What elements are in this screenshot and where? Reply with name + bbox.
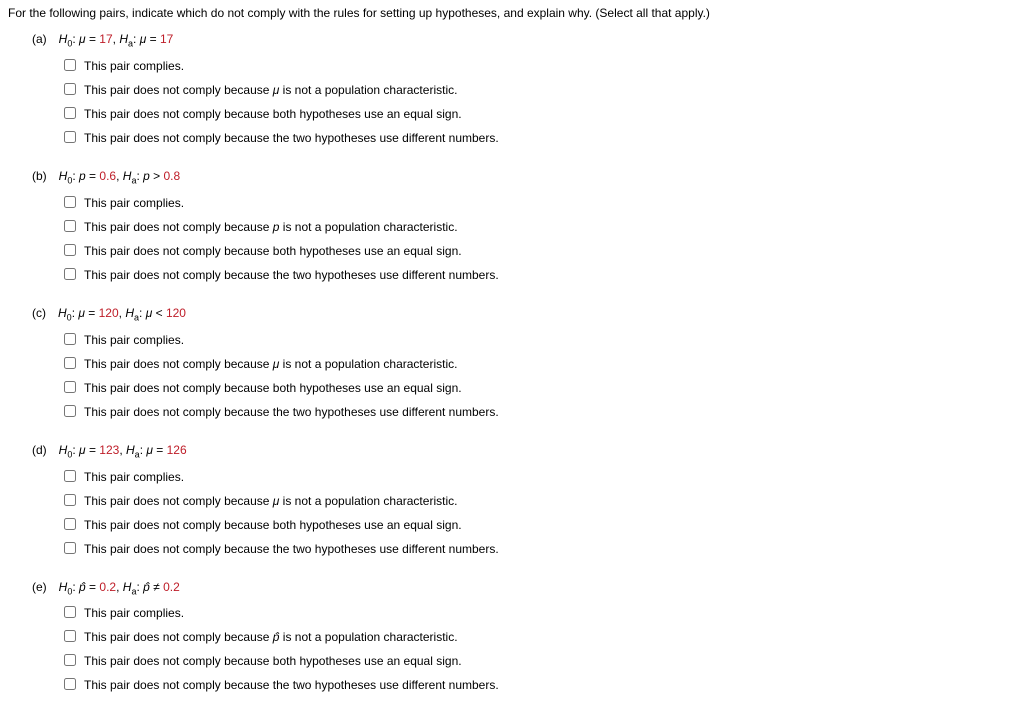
option-text: This pair does not comply because both h… [84, 516, 462, 534]
symbol: p̂ [273, 630, 280, 644]
part-header: (d) H0: μ = 123, Ha: μ = 126 [32, 441, 1016, 462]
answer-option: This pair does not comply because the tw… [64, 540, 1016, 558]
option-checkbox[interactable] [64, 107, 76, 119]
answer-options: This pair complies. This pair does not co… [64, 57, 1016, 147]
answer-option: This pair complies. [64, 194, 1016, 212]
option-text: This pair does not comply because both h… [84, 242, 462, 260]
part-header: (b) H0: p = 0.6, Ha: p > 0.8 [32, 167, 1016, 188]
hypothesis-statement: H0: p̂ = 0.2, Ha: p̂ ≠ 0.2 [59, 580, 180, 594]
option-checkbox[interactable] [64, 333, 76, 345]
question-part: (d) H0: μ = 123, Ha: μ = 126 This pair com… [32, 441, 1016, 558]
question-part: (b) H0: p = 0.6, Ha: p > 0.8 This pair com… [32, 167, 1016, 284]
part-header: (c) H0: μ = 120, Ha: μ < 120 [32, 304, 1016, 325]
answer-option: This pair does not comply because μ is n… [64, 355, 1016, 373]
option-text: This pair does not comply because both h… [84, 105, 462, 123]
part-label: (c) [32, 304, 46, 322]
option-text: This pair does not comply because the tw… [84, 129, 499, 147]
part-label: (d) [32, 441, 47, 459]
option-text: This pair complies. [84, 194, 184, 212]
option-checkbox[interactable] [64, 196, 76, 208]
option-checkbox[interactable] [64, 83, 76, 95]
answer-option: This pair complies. [64, 604, 1016, 622]
symbol: μ [273, 357, 280, 371]
option-checkbox[interactable] [64, 494, 76, 506]
option-text: This pair does not comply because the tw… [84, 403, 499, 421]
answer-option: This pair does not comply because both h… [64, 105, 1016, 123]
part-label: (a) [32, 30, 47, 48]
option-checkbox[interactable] [64, 678, 76, 690]
option-text: This pair complies. [84, 57, 184, 75]
option-checkbox[interactable] [64, 542, 76, 554]
option-checkbox[interactable] [64, 654, 76, 666]
option-text: This pair does not comply because p is n… [84, 218, 458, 236]
answer-option: This pair does not comply because both h… [64, 379, 1016, 397]
option-text: This pair does not comply because the tw… [84, 266, 499, 284]
question-part: (e) H0: p̂ = 0.2, Ha: p̂ ≠ 0.2 This pair c… [32, 578, 1016, 695]
option-checkbox[interactable] [64, 268, 76, 280]
answer-option: This pair does not comply because p is n… [64, 218, 1016, 236]
option-text: This pair does not comply because both h… [84, 652, 462, 670]
option-checkbox[interactable] [64, 518, 76, 530]
answer-options: This pair complies. This pair does not co… [64, 468, 1016, 558]
option-text: This pair does not comply because μ is n… [84, 492, 457, 510]
answer-option: This pair does not comply because both h… [64, 242, 1016, 260]
option-text: This pair complies. [84, 331, 184, 349]
symbol: p [273, 220, 280, 234]
answer-option: This pair does not comply because p̂ is … [64, 628, 1016, 646]
option-checkbox[interactable] [64, 405, 76, 417]
question-instructions: For the following pairs, indicate which … [8, 4, 1016, 22]
option-text: This pair complies. [84, 604, 184, 622]
option-text: This pair complies. [84, 468, 184, 486]
hypothesis-statement: H0: μ = 123, Ha: μ = 126 [59, 443, 187, 457]
question-part: (a) H0: μ = 17, Ha: μ = 17 This pair compl… [32, 30, 1016, 147]
answer-option: This pair does not comply because both h… [64, 516, 1016, 534]
hypothesis-statement: H0: μ = 17, Ha: μ = 17 [59, 32, 174, 46]
hypothesis-statement: H0: μ = 120, Ha: μ < 120 [58, 306, 186, 320]
answer-option: This pair does not comply because both h… [64, 652, 1016, 670]
option-checkbox[interactable] [64, 381, 76, 393]
option-text: This pair does not comply because both h… [84, 379, 462, 397]
answer-option: This pair does not comply because the tw… [64, 676, 1016, 694]
option-text: This pair does not comply because the tw… [84, 540, 499, 558]
answer-option: This pair complies. [64, 57, 1016, 75]
answer-option: This pair does not comply because μ is n… [64, 492, 1016, 510]
option-checkbox[interactable] [64, 131, 76, 143]
answer-options: This pair complies. This pair does not co… [64, 331, 1016, 421]
part-label: (b) [32, 167, 47, 185]
answer-option: This pair does not comply because the tw… [64, 403, 1016, 421]
part-label: (e) [32, 578, 47, 596]
part-header: (a) H0: μ = 17, Ha: μ = 17 [32, 30, 1016, 51]
answer-option: This pair does not comply because the tw… [64, 266, 1016, 284]
part-header: (e) H0: p̂ = 0.2, Ha: p̂ ≠ 0.2 [32, 578, 1016, 599]
answer-option: This pair complies. [64, 468, 1016, 486]
question-part: (c) H0: μ = 120, Ha: μ < 120 This pair com… [32, 304, 1016, 421]
option-checkbox[interactable] [64, 59, 76, 71]
answer-option: This pair does not comply because the tw… [64, 129, 1016, 147]
option-checkbox[interactable] [64, 357, 76, 369]
answer-options: This pair complies. This pair does not co… [64, 194, 1016, 284]
answer-option: This pair complies. [64, 331, 1016, 349]
option-checkbox[interactable] [64, 606, 76, 618]
option-checkbox[interactable] [64, 220, 76, 232]
symbol: μ [273, 83, 280, 97]
answer-options: This pair complies. This pair does not co… [64, 604, 1016, 694]
option-checkbox[interactable] [64, 630, 76, 642]
option-text: This pair does not comply because μ is n… [84, 355, 457, 373]
hypothesis-statement: H0: p = 0.6, Ha: p > 0.8 [59, 169, 181, 183]
option-text: This pair does not comply because p̂ is … [84, 628, 458, 646]
option-checkbox[interactable] [64, 244, 76, 256]
answer-option: This pair does not comply because μ is n… [64, 81, 1016, 99]
option-text: This pair does not comply because μ is n… [84, 81, 457, 99]
option-checkbox[interactable] [64, 470, 76, 482]
symbol: μ [273, 494, 280, 508]
option-text: This pair does not comply because the tw… [84, 676, 499, 694]
